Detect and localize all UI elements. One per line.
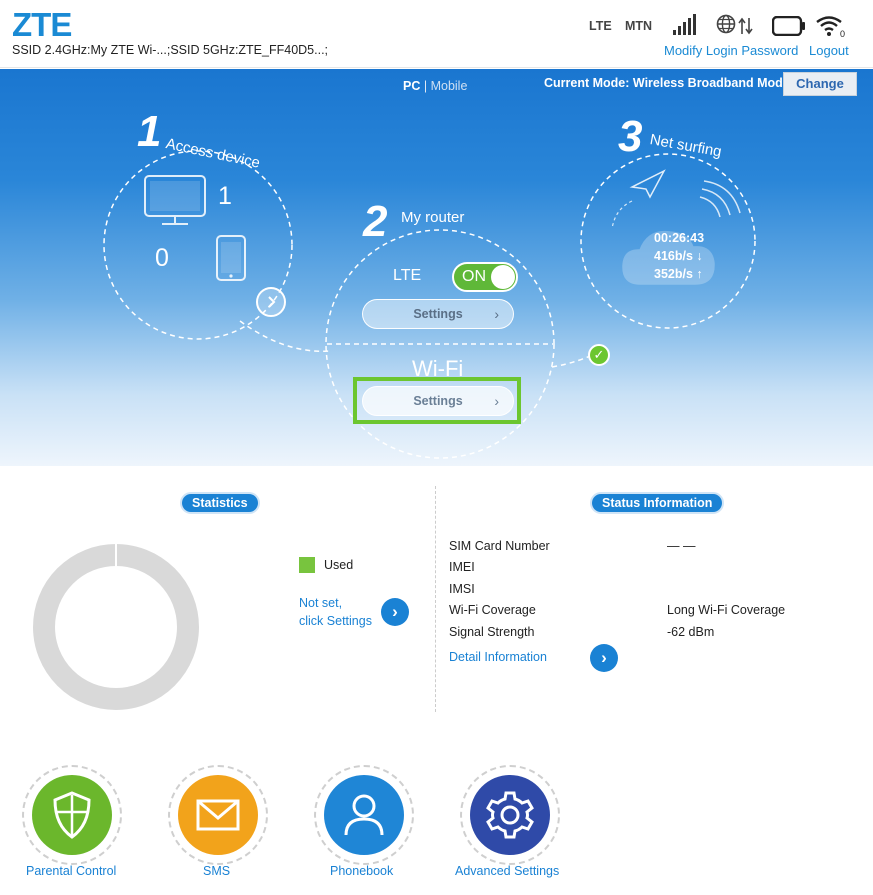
chevron-right-icon: ›	[494, 306, 499, 322]
logout-link[interactable]: Logout	[809, 43, 849, 58]
svg-text:0: 0	[840, 29, 845, 38]
connection-duration: 00:26:43	[654, 231, 705, 245]
section-divider	[435, 486, 436, 712]
person-icon	[344, 794, 384, 836]
signal-strength-icon	[673, 14, 696, 35]
operator-name: MTN	[625, 19, 653, 33]
not-set-link[interactable]: Not set, click Settings	[299, 594, 389, 630]
step-2-number: 2	[363, 197, 388, 246]
phone-icon	[216, 235, 246, 281]
status-information-badge: Status Information	[590, 492, 725, 514]
network-type: LTE	[589, 19, 612, 33]
statistics-settings-arrow-button[interactable]: ›	[381, 598, 409, 626]
globe-connection-icon	[716, 14, 753, 35]
step-1-number: 1	[137, 107, 162, 156]
dashboard-hero: PC | Mobile Current Mode: Wireless Broad…	[0, 69, 873, 466]
wireless-waves-icon	[699, 180, 741, 218]
imei-label: IMEI	[449, 560, 475, 574]
statistics-badge: Statistics	[180, 492, 260, 514]
used-legend-swatch	[299, 557, 315, 573]
wired-device-count: 1	[218, 182, 232, 210]
modify-password-link[interactable]: Modify Login Password	[664, 43, 798, 58]
used-legend-label: Used	[324, 558, 354, 572]
chevron-right-icon	[268, 296, 276, 308]
toggle-state-label: ON	[462, 268, 486, 285]
parental-control-circle	[32, 775, 112, 855]
phonebook-button[interactable]	[314, 765, 414, 865]
parental-control-button[interactable]	[22, 765, 122, 865]
check-icon: ✓	[588, 344, 610, 366]
advanced-settings-label[interactable]: Advanced Settings	[455, 864, 559, 878]
wifi-icon: 0	[816, 16, 845, 38]
ssid-text: SSID 2.4GHz:My ZTE Wi-...;SSID 5GHz:ZTE_…	[12, 43, 329, 57]
lte-label: LTE	[393, 267, 422, 284]
advanced-settings-button[interactable]	[460, 765, 560, 865]
not-set-line-2: click Settings	[299, 614, 372, 628]
zte-logo: ZTE	[12, 6, 72, 43]
toggle-knob	[491, 265, 515, 289]
gear-icon	[486, 791, 534, 839]
chevron-right-icon: ›	[601, 648, 607, 667]
wifi-coverage-label: Wi-Fi Coverage	[449, 603, 536, 617]
access-device-arrow-button[interactable]	[256, 287, 286, 317]
wifi-settings-highlight	[353, 377, 521, 424]
battery-icon	[772, 16, 805, 36]
download-speed: 416b/s ↓	[654, 249, 703, 263]
lte-settings-button[interactable]: Settings ›	[362, 299, 514, 329]
sim-card-number-value: — —	[667, 539, 696, 553]
sms-label[interactable]: SMS	[203, 864, 230, 878]
phonebook-circle	[324, 775, 404, 855]
not-set-line-1: Not set,	[299, 596, 343, 610]
sms-button[interactable]	[168, 765, 268, 865]
detail-information-arrow-button[interactable]: ›	[590, 644, 618, 672]
upload-speed: 352b/s ↑	[654, 267, 703, 281]
step-3-number: 3	[618, 112, 643, 161]
phonebook-label[interactable]: Phonebook	[330, 864, 393, 878]
parental-control-label[interactable]: Parental Control	[26, 864, 116, 878]
chevron-right-icon: ›	[392, 602, 398, 621]
lte-settings-label: Settings	[413, 307, 463, 321]
step-2-title: My router	[401, 209, 465, 226]
wireless-device-count: 0	[155, 244, 169, 272]
envelope-icon	[196, 799, 240, 831]
monitor-icon	[144, 175, 206, 225]
wifi-coverage-value: Long Wi-Fi Coverage	[667, 603, 786, 617]
data-usage-donut	[33, 543, 199, 710]
sim-card-number-label: SIM Card Number	[449, 539, 550, 553]
shield-icon	[53, 791, 91, 839]
signal-strength-label: Signal Strength	[449, 625, 535, 639]
detail-information-link[interactable]: Detail Information	[449, 650, 547, 664]
advanced-settings-circle	[470, 775, 550, 855]
signal-strength-value: -62 dBm	[667, 625, 715, 639]
imsi-label: IMSI	[449, 582, 475, 596]
top-header: ZTE SSID 2.4GHz:My ZTE Wi-...;SSID 5GHz:…	[0, 0, 873, 68]
lte-toggle-switch[interactable]: ON	[452, 262, 518, 292]
paper-plane-icon	[611, 169, 666, 230]
sms-circle	[178, 775, 258, 855]
